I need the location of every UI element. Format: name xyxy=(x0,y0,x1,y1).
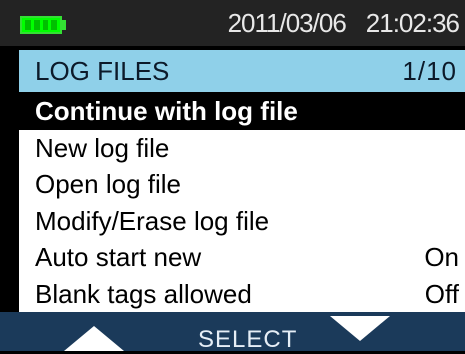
menu-item-label: Continue with log file xyxy=(35,96,298,126)
menu-item-value: On xyxy=(424,242,459,272)
arrow-down-icon[interactable] xyxy=(330,316,390,341)
menu-item-label: New log file xyxy=(35,132,170,163)
menu-item-blank-tags-allowed[interactable]: Blank tags allowed Off xyxy=(19,276,465,313)
menu-item-new-log[interactable]: New log file xyxy=(19,130,465,167)
menu-item-open-log[interactable]: Open log file xyxy=(19,166,465,203)
menu-item-auto-start-new[interactable]: Auto start new On xyxy=(19,239,465,276)
status-bar: 2011/03/06 21:02:36 xyxy=(0,0,465,46)
device-screen: 2011/03/06 21:02:36 LOG FILES 1/10 Contin… xyxy=(0,0,465,354)
menu-header: LOG FILES 1/10 xyxy=(19,50,465,92)
menu-list: Continue with log file New log file Open… xyxy=(19,93,465,312)
menu-item-modify-erase-log[interactable]: Modify/Erase log file xyxy=(19,203,465,240)
menu-title: LOG FILES xyxy=(35,56,170,86)
menu-item-label: Open log file xyxy=(35,169,181,199)
date-text: 2011/03/06 xyxy=(227,8,347,38)
battery-tip xyxy=(62,20,66,30)
menu-item-continue-log[interactable]: Continue with log file xyxy=(19,93,465,130)
menu-item-value: Off xyxy=(424,278,459,309)
softkey-bar: SELECT xyxy=(0,312,465,354)
select-softkey[interactable]: SELECT xyxy=(198,326,297,354)
menu-item-label: Auto start new xyxy=(35,242,202,272)
arrow-up-icon[interactable] xyxy=(64,326,124,351)
page-indicator: 1/10 xyxy=(402,56,457,86)
menu-item-label: Modify/Erase log file xyxy=(35,205,270,236)
time-text: 21:02:36 xyxy=(365,8,460,38)
menu-item-label: Blank tags allowed xyxy=(35,278,252,309)
datetime: 2011/03/06 21:02:36 xyxy=(227,8,460,39)
battery-icon xyxy=(20,16,62,34)
